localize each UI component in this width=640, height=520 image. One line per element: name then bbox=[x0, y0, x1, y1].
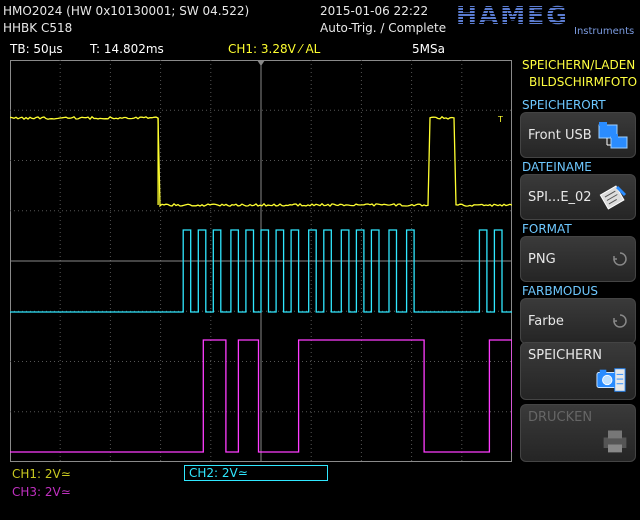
ch1-scale[interactable]: CH1: 2V≃ bbox=[12, 467, 71, 481]
storage-location-button[interactable]: Front USB bbox=[520, 112, 636, 158]
save-label: SPEICHERN bbox=[528, 348, 602, 363]
printer-icon bbox=[601, 427, 629, 455]
softkey-menu: SPEICHERN/LADEN BILDSCHIRMFOTO SPEICHERO… bbox=[516, 56, 640, 520]
sample-rate: 5MSa bbox=[412, 42, 445, 56]
hameg-logo: HAMEG Instruments bbox=[452, 2, 638, 36]
filename-button[interactable]: SPI...E_02 bbox=[520, 174, 636, 220]
color-mode-label: FARBMODUS bbox=[522, 284, 598, 298]
storage-location-value: Front USB bbox=[528, 128, 592, 143]
trigger-position-marker[interactable] bbox=[257, 60, 265, 66]
ch1-trigger-level[interactable]: CH1: 3.28V ⁄ AL bbox=[228, 42, 320, 56]
usb-folder-icon bbox=[597, 119, 629, 151]
trigger-level-marker[interactable]: T bbox=[497, 115, 503, 124]
brand-text: HAMEG bbox=[456, 2, 569, 30]
probe-info: HHBK C518 bbox=[3, 21, 72, 35]
save-button[interactable]: SPEICHERN bbox=[520, 342, 636, 400]
ch2-trace bbox=[10, 230, 512, 312]
ch2-scale[interactable]: CH2: 2V≃ bbox=[184, 465, 328, 481]
cycle-icon bbox=[613, 252, 627, 266]
trigger-time[interactable]: T: 14.802ms bbox=[90, 42, 164, 56]
edit-note-icon bbox=[597, 181, 629, 213]
trigger-state: Auto-Trig. / Complete bbox=[320, 21, 446, 35]
format-button[interactable]: PNG bbox=[520, 236, 636, 282]
color-mode-value: Farbe bbox=[528, 314, 564, 329]
color-mode-button[interactable]: Farbe bbox=[520, 298, 636, 344]
format-value: PNG bbox=[528, 252, 556, 267]
menu-subtitle: BILDSCHIRMFOTO bbox=[529, 75, 637, 89]
brand-sub: Instruments bbox=[574, 26, 634, 36]
status-bar: TB: 50µs T: 14.802ms CH1: 3.28V ⁄ AL 5MS… bbox=[0, 40, 512, 60]
filename-label: DATEINAME bbox=[522, 160, 592, 174]
menu-title: SPEICHERN/LADEN bbox=[522, 58, 635, 72]
camera-icon bbox=[591, 365, 631, 395]
ch3-scale[interactable]: CH3: 2V≃ bbox=[12, 485, 71, 499]
filename-value: SPI...E_02 bbox=[528, 190, 592, 205]
print-label: DRUCKEN bbox=[528, 410, 592, 425]
format-label: FORMAT bbox=[522, 222, 572, 236]
scope-display[interactable]: 123T bbox=[10, 60, 512, 462]
datetime: 2015-01-06 22:22 bbox=[320, 4, 428, 18]
print-button[interactable]: DRUCKEN bbox=[520, 404, 636, 462]
model-info: HMO2024 (HW 0x10130001; SW 04.522) bbox=[3, 4, 249, 18]
cycle-icon bbox=[613, 314, 627, 328]
timebase[interactable]: TB: 50µs bbox=[10, 42, 63, 56]
storage-location-label: SPEICHERORT bbox=[522, 98, 606, 112]
